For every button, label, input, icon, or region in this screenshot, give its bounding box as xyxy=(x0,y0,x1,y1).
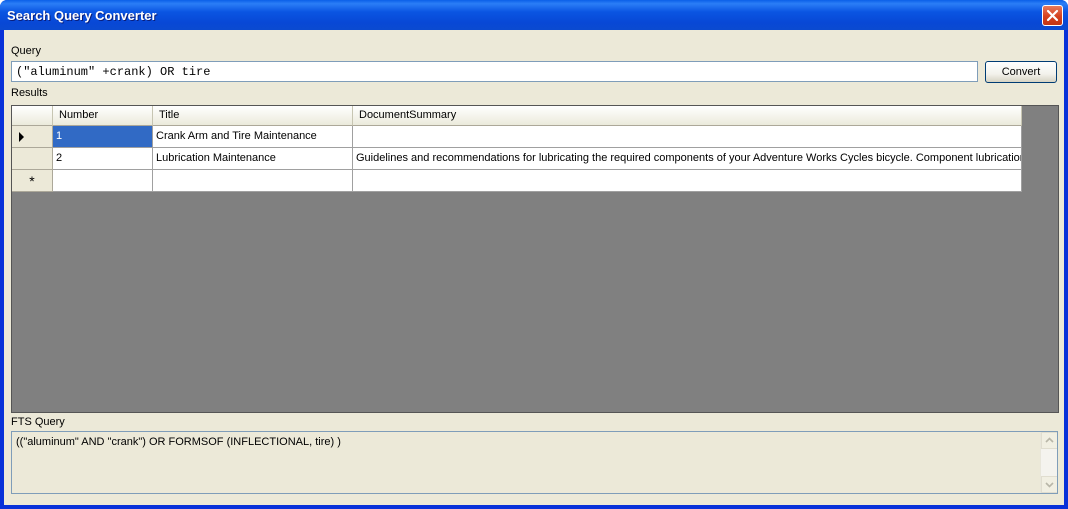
cell-title[interactable]: Crank Arm and Tire Maintenance xyxy=(153,126,353,148)
column-header-title[interactable]: Title xyxy=(153,106,353,126)
vertical-scrollbar[interactable] xyxy=(1040,432,1057,493)
current-row-arrow-icon xyxy=(19,132,24,142)
scroll-down-button[interactable] xyxy=(1041,476,1057,493)
convert-button[interactable]: Convert xyxy=(985,61,1057,83)
cell-summary[interactable] xyxy=(353,126,1022,148)
app-window: Search Query Converter Query ("aluminum"… xyxy=(0,0,1068,509)
scroll-down-icon xyxy=(1045,482,1054,488)
title-bar[interactable]: Search Query Converter xyxy=(0,0,1068,30)
results-grid[interactable]: Number Title DocumentSummary 1 Crank Arm… xyxy=(11,105,1059,413)
fts-query-label: FTS Query xyxy=(11,416,65,428)
scroll-up-button[interactable] xyxy=(1041,432,1057,449)
query-input[interactable]: ("aluminum" +crank) OR tire xyxy=(11,61,978,82)
new-row-cell[interactable] xyxy=(53,170,153,192)
cell-title[interactable]: Lubrication Maintenance xyxy=(153,148,353,170)
column-header-number[interactable]: Number xyxy=(53,106,153,126)
new-row-cell[interactable] xyxy=(353,170,1022,192)
scroll-up-icon xyxy=(1045,437,1054,443)
row-header[interactable] xyxy=(12,148,53,170)
cell-number[interactable]: 2 xyxy=(53,148,153,170)
grid-corner-header[interactable] xyxy=(12,106,53,126)
new-row-marker[interactable]: * xyxy=(12,170,53,192)
fts-query-text: (("aluminum" AND "crank") OR FORMSOF (IN… xyxy=(16,436,341,448)
column-header-documentsummary[interactable]: DocumentSummary xyxy=(353,106,1022,126)
window-title: Search Query Converter xyxy=(7,8,157,23)
close-button[interactable] xyxy=(1042,5,1063,26)
client-area: Query ("aluminum" +crank) OR tire Conver… xyxy=(4,30,1064,505)
cell-summary[interactable]: Guidelines and recommendations for lubri… xyxy=(353,148,1022,170)
close-icon xyxy=(1046,9,1059,22)
cell-number[interactable]: 1 xyxy=(53,126,153,148)
results-label: Results xyxy=(11,87,48,99)
fts-query-output[interactable]: (("aluminum" AND "crank") OR FORMSOF (IN… xyxy=(11,431,1058,494)
row-header-current[interactable] xyxy=(12,126,53,148)
query-label: Query xyxy=(11,45,41,57)
new-row-cell[interactable] xyxy=(153,170,353,192)
